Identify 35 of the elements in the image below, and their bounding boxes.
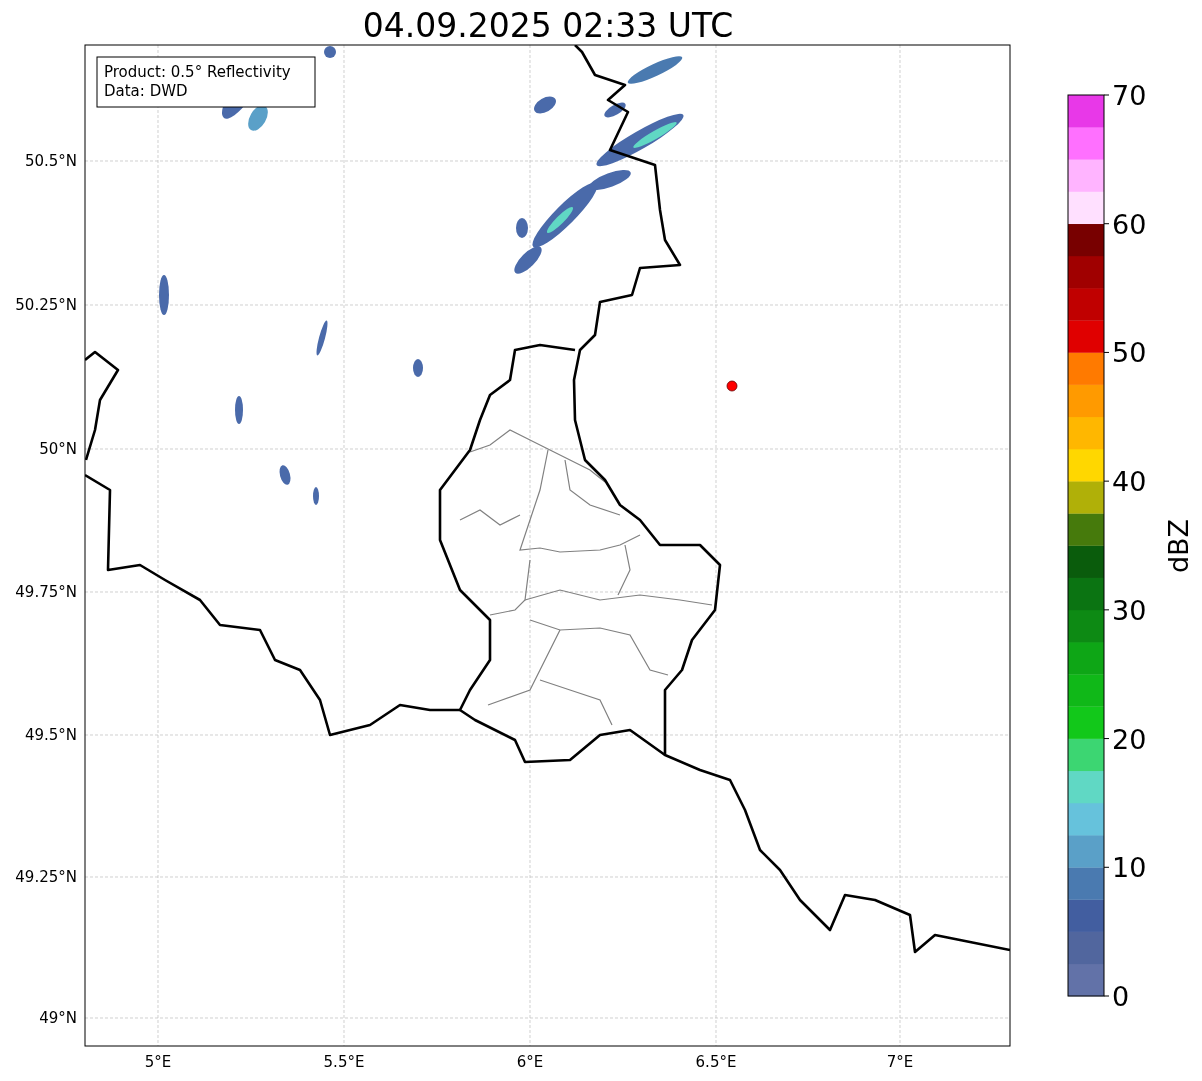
latitude-label: 49.25°N xyxy=(15,868,77,886)
radar-echo xyxy=(324,46,336,58)
colorbar-label: dBZ xyxy=(1163,518,1194,574)
colorbar-tick-label: 60 xyxy=(1112,208,1147,240)
radar-echo xyxy=(413,359,423,377)
latitude-label: 50.5°N xyxy=(24,152,77,170)
info-text: Product: 0.5° Reflectivity xyxy=(104,63,291,81)
latitude-label: 49.5°N xyxy=(24,726,77,744)
info-text: Data: DWD xyxy=(104,82,188,100)
colorbar-tick-label: 30 xyxy=(1112,594,1147,626)
colorbar-tick-label: 20 xyxy=(1112,723,1147,755)
latitude-label: 50.25°N xyxy=(15,296,77,314)
longitude-label: 5.5°E xyxy=(323,1053,365,1071)
colorbar-tick-label: 40 xyxy=(1112,466,1147,498)
longitude-label: 6°E xyxy=(516,1053,544,1071)
radar-echo xyxy=(313,487,319,505)
radar-echo xyxy=(316,320,328,356)
radar-echo xyxy=(516,218,528,238)
radar-station-marker xyxy=(726,380,738,392)
longitude-label: 6.5°E xyxy=(695,1053,737,1071)
colorbar-tick-label: 0 xyxy=(1112,981,1130,1012)
colorbar-tick-label: 70 xyxy=(1112,80,1147,111)
longitude-label: 5°E xyxy=(144,1053,172,1071)
latitude-label: 49°N xyxy=(39,1009,77,1027)
radar-echo xyxy=(627,56,683,84)
radar-echo xyxy=(279,465,291,485)
longitude-label: 7°E xyxy=(886,1053,914,1071)
radar-echo xyxy=(534,96,556,114)
chart-title: 04.09.2025 02:33 UTC xyxy=(362,6,734,45)
colorbar-tick-label: 50 xyxy=(1112,337,1147,369)
radar-echo xyxy=(159,275,169,315)
latitude-label: 49.75°N xyxy=(15,583,77,601)
radar-echo xyxy=(235,396,243,424)
colorbar-tick-label: 10 xyxy=(1112,852,1147,884)
latitude-label: 50°N xyxy=(39,440,77,458)
